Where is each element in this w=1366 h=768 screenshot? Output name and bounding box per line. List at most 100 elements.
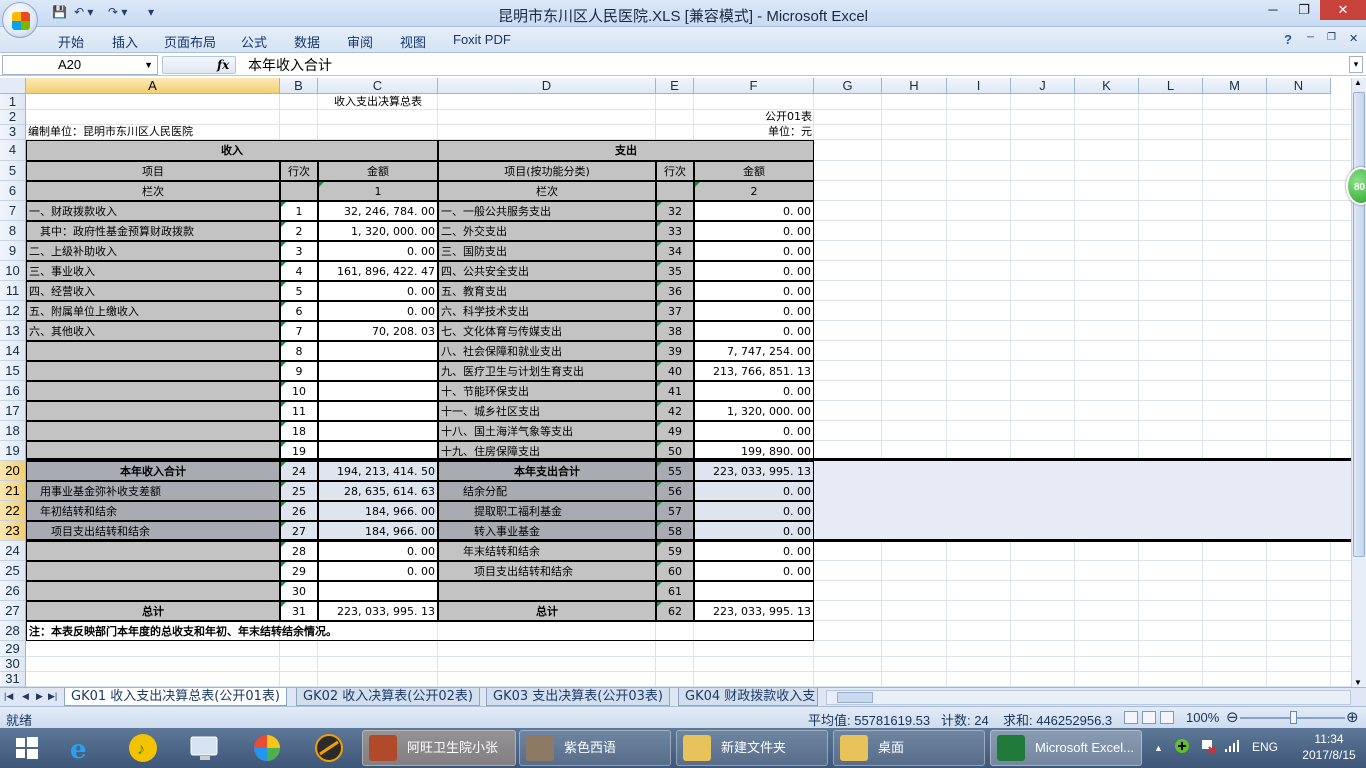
taskbar-new-folder[interactable]: 新建文件夹 xyxy=(676,730,828,766)
row-header-3[interactable]: 3 xyxy=(0,125,26,140)
amount-header-2[interactable]: 金额 xyxy=(694,161,814,181)
income-item[interactable] xyxy=(26,341,280,361)
income-amount[interactable]: 0. 00 xyxy=(318,281,438,301)
page-layout-view-icon[interactable] xyxy=(1142,711,1156,724)
form-id[interactable]: 公开01表 xyxy=(694,110,814,125)
summary-expense-line[interactable]: 57 xyxy=(656,501,694,521)
expense-item[interactable]: 十、节能环保支出 xyxy=(438,381,656,401)
expense-line[interactable]: 41 xyxy=(656,381,694,401)
column-index-blank[interactable] xyxy=(280,181,318,201)
row-header-24[interactable]: 24 xyxy=(0,541,26,561)
summary-expense-item[interactable]: 总计 xyxy=(438,601,656,621)
income-line[interactable]: 1 xyxy=(280,201,318,221)
zoom-level[interactable]: 100% xyxy=(1186,710,1219,725)
name-box[interactable]: A20 ▼ xyxy=(2,55,158,75)
income-amount[interactable]: 0. 00 xyxy=(318,301,438,321)
summary-income-item[interactable]: 用事业基金弥补收支差额 xyxy=(26,481,280,501)
expense-amount[interactable]: 0. 00 xyxy=(694,241,814,261)
taskbar-app-purple[interactable]: 紫色西语 xyxy=(519,730,671,766)
sheet-tab-gk04[interactable]: GK04 财政拨款收入支 xyxy=(678,688,818,706)
zoom-in-icon[interactable]: ⊕ xyxy=(1346,708,1359,726)
income-amount[interactable] xyxy=(318,401,438,421)
help-icon[interactable]: ? xyxy=(1284,32,1292,47)
column-index-label-2[interactable]: 栏次 xyxy=(438,181,656,201)
column-index-blank-2[interactable] xyxy=(656,181,694,201)
summary-income-amount[interactable]: 0. 00 xyxy=(318,561,438,581)
item-header[interactable]: 项目 xyxy=(26,161,280,181)
income-amount[interactable] xyxy=(318,341,438,361)
unit-label[interactable]: 单位：元 xyxy=(694,125,814,140)
summary-income-item[interactable] xyxy=(26,581,280,601)
summary-expense-item[interactable]: 结余分配 xyxy=(438,481,656,501)
row-header-4[interactable]: 4 xyxy=(0,140,26,161)
expense-line[interactable]: 36 xyxy=(656,281,694,301)
income-line[interactable]: 10 xyxy=(280,381,318,401)
expense-item[interactable]: 九、医疗卫生与计划生育支出 xyxy=(438,361,656,381)
summary-expense-amount[interactable]: 0. 00 xyxy=(694,561,814,581)
expense-item[interactable]: 七、文化体育与传媒支出 xyxy=(438,321,656,341)
summary-income-line[interactable]: 26 xyxy=(280,501,318,521)
expense-item[interactable]: 十八、国土海洋气象等支出 xyxy=(438,421,656,441)
row-header-17[interactable]: 17 xyxy=(0,401,26,421)
vertical-scroll-thumb[interactable] xyxy=(1353,92,1365,557)
expense-item[interactable]: 八、社会保障和就业支出 xyxy=(438,341,656,361)
column-header-b[interactable]: B xyxy=(280,78,318,94)
tray-expand-icon[interactable]: ▲ xyxy=(1154,743,1163,753)
amount-header[interactable]: 金额 xyxy=(318,161,438,181)
normal-view-icon[interactable] xyxy=(1124,711,1138,724)
row-header-25[interactable]: 25 xyxy=(0,561,26,581)
sheet-title[interactable]: 收入支出决算总表 xyxy=(318,94,438,110)
horizontal-scrollbar[interactable] xyxy=(826,690,1351,705)
expand-formula-bar-icon[interactable]: ▾ xyxy=(1349,56,1363,73)
row-header-12[interactable]: 12 xyxy=(0,301,26,321)
expense-amount[interactable]: 1, 320, 000. 00 xyxy=(694,401,814,421)
summary-expense-line[interactable]: 58 xyxy=(656,521,694,541)
expense-item[interactable]: 二、外交支出 xyxy=(438,221,656,241)
income-line[interactable]: 3 xyxy=(280,241,318,261)
column-header-a[interactable]: A xyxy=(26,78,280,94)
row-header-7[interactable]: 7 xyxy=(0,201,26,221)
summary-expense-amount[interactable]: 223, 033, 995. 13 xyxy=(694,461,814,481)
expense-item[interactable]: 四、公共安全支出 xyxy=(438,261,656,281)
summary-expense-amount[interactable]: 0. 00 xyxy=(694,481,814,501)
restore-button[interactable]: ❐ xyxy=(1289,0,1319,20)
summary-income-amount[interactable]: 0. 00 xyxy=(318,541,438,561)
row-header-20[interactable]: 20 xyxy=(0,461,26,481)
summary-income-amount[interactable]: 184, 966. 00 xyxy=(318,521,438,541)
row-header-5[interactable]: 5 xyxy=(0,161,26,181)
summary-expense-item[interactable]: 转入事业基金 xyxy=(438,521,656,541)
scroll-down-icon[interactable]: ▼ xyxy=(1354,678,1362,687)
taskbar-app-chat[interactable]: 阿旺卫生院小张 xyxy=(362,730,516,766)
tab-foxit-pdf[interactable]: Foxit PDF xyxy=(453,32,511,47)
taskbar-excel[interactable]: Microsoft Excel... xyxy=(990,730,1142,766)
column-header-e[interactable]: E xyxy=(656,78,694,94)
name-box-dropdown-icon[interactable]: ▼ xyxy=(144,56,153,74)
column-header-c[interactable]: C xyxy=(318,78,438,94)
scroll-up-icon[interactable]: ▲ xyxy=(1354,78,1362,87)
item-func-header[interactable]: 项目(按功能分类) xyxy=(438,161,656,181)
income-item[interactable]: 三、事业收入 xyxy=(26,261,280,281)
summary-income-item[interactable]: 本年收入合计 xyxy=(26,461,280,481)
sheet-tab-gk01[interactable]: GK01 收入支出决算总表(公开01表) xyxy=(64,688,287,706)
taskbar-desktop[interactable]: 桌面 xyxy=(833,730,985,766)
summary-income-amount[interactable] xyxy=(318,581,438,601)
column-header-h[interactable]: H xyxy=(882,78,947,94)
expense-line[interactable]: 40 xyxy=(656,361,694,381)
tab-home[interactable]: 开始 xyxy=(58,32,84,51)
column-header-g[interactable]: G xyxy=(814,78,882,94)
row-header-28[interactable]: 28 xyxy=(0,621,26,641)
income-line[interactable]: 4 xyxy=(280,261,318,281)
income-amount[interactable]: 70, 208. 03 xyxy=(318,321,438,341)
expense-item[interactable]: 十一、城乡社区支出 xyxy=(438,401,656,421)
select-all-corner[interactable] xyxy=(0,78,26,94)
row-header-16[interactable]: 16 xyxy=(0,381,26,401)
income-line[interactable]: 6 xyxy=(280,301,318,321)
row-header-26[interactable]: 26 xyxy=(0,581,26,601)
summary-expense-amount[interactable] xyxy=(694,581,814,601)
row-header-19[interactable]: 19 xyxy=(0,441,26,461)
income-line[interactable]: 7 xyxy=(280,321,318,341)
income-amount[interactable] xyxy=(318,421,438,441)
income-line[interactable]: 9 xyxy=(280,361,318,381)
next-sheet-icon[interactable]: ▶ xyxy=(36,691,43,702)
row-header-13[interactable]: 13 xyxy=(0,321,26,341)
